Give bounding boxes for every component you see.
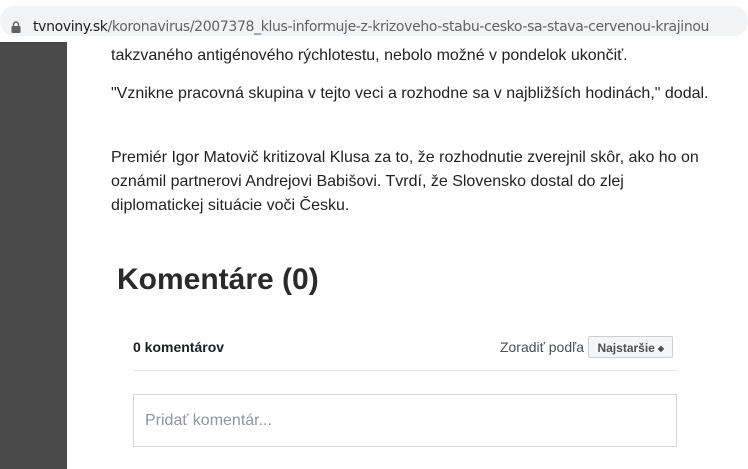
url-field[interactable]: tvnoviny.sk/koronavirus/2007378_klus-inf… — [0, 6, 748, 36]
url-host: tvnoviny.sk — [33, 19, 108, 35]
comment-composer[interactable] — [133, 394, 677, 447]
sort-dropdown[interactable]: Najstaršie ◆ — [588, 336, 673, 358]
sort-arrows-icon: ◆ — [657, 344, 664, 353]
comment-input[interactable] — [145, 412, 645, 430]
lock-icon[interactable] — [11, 21, 21, 33]
article-paragraph: takzvaného antigénového rýchlotestu, neb… — [111, 47, 628, 64]
left-sidebar — [0, 42, 67, 469]
url-path: /koronavirus/2007378_klus-informuje-z-kr… — [107, 19, 710, 35]
url-text[interactable]: tvnoviny.sk/koronavirus/2007378_klus-inf… — [33, 19, 709, 36]
comments-heading: Komentáre (0) — [117, 263, 319, 296]
article-paragraph: "Vznikne pracovná skupina v tejto veci a… — [111, 85, 709, 102]
browser-address-bar: tvnoviny.sk/koronavirus/2007378_klus-inf… — [0, 0, 748, 42]
comments-toolbar: 0 komentárov Zoradiť podľa Najstaršie ◆ — [133, 334, 677, 371]
sort-selected-value: Najstaršie — [597, 341, 655, 355]
article-paragraph: Premiér Igor Matovič kritizoval Klusa za… — [111, 149, 699, 214]
comment-count: 0 komentárov — [133, 339, 225, 355]
sort-label: Zoradiť podľa — [499, 339, 584, 355]
